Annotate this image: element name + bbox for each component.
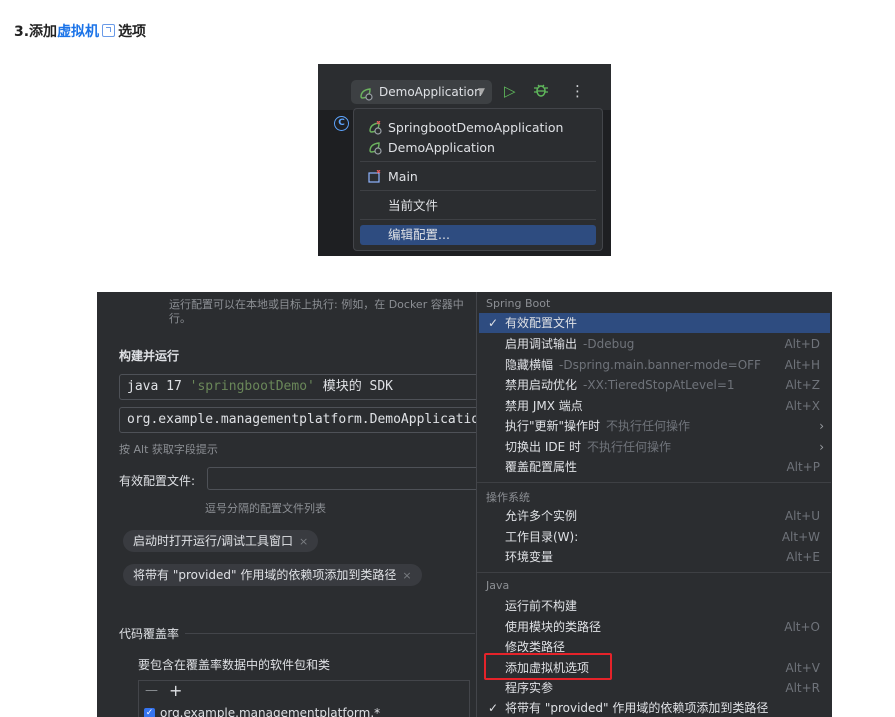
coverage-label: 要包含在覆盖率数据中的软件包和类 (138, 658, 331, 672)
active-profiles-label: 有效配置文件: (119, 474, 196, 488)
popup-item-demo-application[interactable]: DemoApplication (360, 138, 596, 158)
remove-icon[interactable]: — (145, 683, 158, 698)
chevron-down-icon: ▼ (478, 87, 485, 97)
run-icon[interactable]: ▷ (504, 82, 516, 100)
list-item: org.example.managementplatform.* (160, 706, 381, 717)
description-text: 运行配置可以在本地或目标上执行: 例如，在 Docker 容器中 (169, 298, 464, 311)
menu-item-working-directory[interactable]: 工作目录(W): Alt+W (479, 527, 830, 547)
checkbox-checked-icon[interactable]: ✓ (144, 708, 155, 717)
check-icon: ✓ (488, 316, 499, 330)
debug-icon[interactable] (533, 82, 549, 102)
section-title-build-run: 构建并运行 (119, 349, 180, 363)
active-profiles-hint: 逗号分隔的配置文件列表 (205, 502, 326, 515)
menu-item-on-frame-deactivation[interactable]: 切换出 IDE 时不执行任何操作 › (479, 437, 830, 457)
popup-separator (360, 190, 596, 191)
popup-item-springboot-demo[interactable]: SpringbootDemoApplication (360, 118, 596, 138)
menu-item-allow-multiple-instances[interactable]: 允许多个实例 Alt+U (479, 506, 830, 526)
close-icon[interactable]: × (299, 535, 308, 548)
external-link-icon (102, 24, 116, 37)
annotation-highlight-box (484, 653, 612, 680)
menu-item-debug-output[interactable]: 启用调试输出 -Ddebug Alt+D (479, 334, 830, 354)
popup-item-edit-configurations[interactable]: 编辑配置... (360, 225, 596, 245)
run-config-dialog-screenshot: 运行配置可以在本地或目标上执行: 例如，在 Docker 容器中 行。 构建并运… (97, 292, 832, 717)
virtual-machine-link[interactable]: 虚拟机 (57, 24, 99, 40)
alt-hint: 按 Alt 获取字段提示 (119, 443, 218, 456)
menu-item-disable-launch-optimization[interactable]: 禁用启动优化 -XX:TieredStopAtLevel=1 Alt+Z (479, 375, 830, 395)
popup-separator (360, 219, 596, 220)
menu-item-do-not-build[interactable]: 运行前不构建 (479, 596, 830, 616)
menu-item-hide-banner[interactable]: 隐藏横幅 -Dspring.main.banner-mode=OFF Alt+H (479, 355, 830, 375)
menu-item-active-profiles[interactable]: ✓ 有效配置文件 (479, 313, 830, 333)
coverage-package-list[interactable]: — + ✓ org.example.managementplatform.* (138, 680, 470, 717)
run-config-name: DemoApplication (379, 85, 482, 99)
section-divider (185, 633, 475, 634)
menu-item-disable-jmx[interactable]: 禁用 JMX 端点 Alt+X (479, 396, 830, 416)
menu-group-title: Spring Boot (486, 297, 551, 310)
heading-suffix: 选项 (118, 24, 147, 40)
class-icon: C (334, 116, 349, 131)
close-icon[interactable]: × (402, 569, 411, 582)
menu-item-use-module-classpath[interactable]: 使用模块的类路径 Alt+O (479, 617, 830, 637)
chevron-right-icon: › (819, 419, 824, 433)
menu-item-override-properties[interactable]: 覆盖配置属性 Alt+P (479, 457, 830, 477)
sdk-field[interactable]: java 17 'springbootDemo' 模块的 SDK (119, 374, 479, 400)
chevron-right-icon: › (819, 440, 824, 454)
run-config-popup: SpringbootDemoApplication DemoApplicatio… (353, 108, 603, 251)
section-heading: 3.添加虚拟机 选项 (14, 21, 146, 41)
add-icon[interactable]: + (169, 681, 182, 700)
main-class-field[interactable]: org.example.managementplatform.DemoAppli… (119, 407, 479, 433)
section-title-coverage: 代码覆盖率 (119, 627, 180, 641)
run-config-screenshot: DemoApplication ▼ ▷ ⋮ C SpringbootDemoAp… (318, 64, 611, 256)
menu-item-program-arguments[interactable]: 程序实参 Alt+R (479, 678, 830, 698)
menu-item-on-update-action[interactable]: 执行"更新"操作时 不执行任何操作 › (479, 416, 830, 436)
run-config-selector[interactable]: DemoApplication ▼ (351, 80, 492, 104)
spring-boot-icon (368, 141, 382, 161)
popup-item-current-file[interactable]: 当前文件 (360, 196, 596, 216)
ide-toolbar: DemoApplication ▼ ▷ ⋮ (318, 64, 611, 111)
menu-separator (477, 482, 831, 483)
heading-prefix: 3.添加 (14, 24, 58, 40)
menu-group-title: Java (486, 579, 510, 592)
check-icon: ✓ (488, 701, 499, 715)
description-text-cont: 行。 (169, 312, 191, 325)
popup-item-main[interactable]: Main (360, 167, 596, 187)
popup-separator (360, 161, 596, 162)
spring-boot-icon (359, 85, 373, 109)
option-chip-open-tool-window[interactable]: 启动时打开运行/调试工具窗口 × (123, 530, 319, 552)
menu-item-provided-scope[interactable]: ✓ 将带有 "provided" 作用域的依赖项添加到类路径 (479, 698, 830, 717)
menu-separator (477, 572, 831, 573)
application-error-icon (368, 169, 382, 190)
menu-group-title: 操作系统 (486, 491, 530, 504)
menu-item-environment-variables[interactable]: 环境变量 Alt+E (479, 547, 830, 567)
more-vertical-icon[interactable]: ⋮ (570, 82, 585, 100)
active-profiles-input[interactable] (207, 467, 479, 490)
option-chip-provided-scope[interactable]: 将带有 "provided" 作用域的依赖项添加到类路径 × (123, 564, 422, 586)
